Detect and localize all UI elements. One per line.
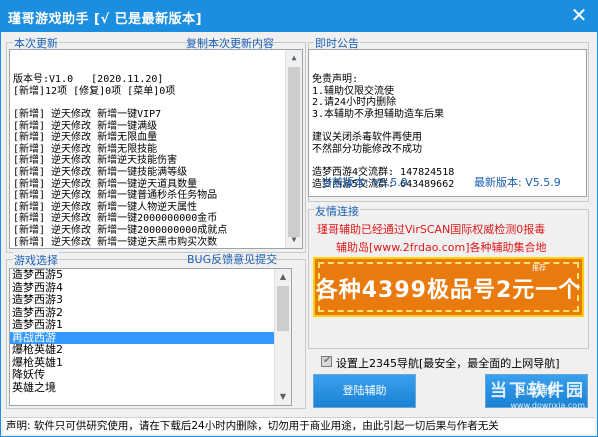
update-line: [新增] 逆天修改 新增一键技能满等级 <box>13 166 188 178</box>
game-list-item[interactable]: 造梦西游1 <box>10 318 291 332</box>
window-title: 瑾哥游戏助手 [√ 已是最新版本] <box>8 12 203 27</box>
notice-textbox: 免责声明: 1.辅助仅限交流使 2.请24小时内删除 3.本辅助不承担辅助造车后果 建议… <box>308 49 587 197</box>
game-caption: 游戏选择 <box>13 252 59 268</box>
checkmark-icon: ✔ <box>323 355 332 366</box>
game-listbox[interactable]: 造梦西游5 造梦西游4 造梦西游3 造梦西游2 造梦西游1 再战西游 爆枪英雄2 爆枪英雄1 降… <box>9 268 292 406</box>
update-line: [新增] 逆天修改 新增一键逆天道具数量 <box>13 178 198 190</box>
update-line: [新增] 逆天修改 新增一键人物逆天属性 <box>13 201 198 213</box>
notice-line: 免责声明: <box>312 74 359 86</box>
bug-report-link[interactable]: BUG反馈意见提交 <box>187 251 277 267</box>
game-list-item[interactable]: 造梦西游5 <box>10 269 291 282</box>
close-icon[interactable]: ✕ <box>568 4 590 26</box>
current-version: 当前版本: V5.5.9 <box>321 176 408 189</box>
fudao-link[interactable]: 辅助岛[www.2frdao.com]各种辅助集合地 <box>336 239 547 255</box>
watermark-url: www.downxia.com <box>510 401 585 410</box>
notice-line: 1.辅助仅限交流使 <box>312 85 395 97</box>
update-line: 版本号:V1.0 [2020.11.20] <box>13 74 164 86</box>
game-list-item[interactable]: 造梦西游3 <box>10 293 291 307</box>
update-line: [新增] 逆天修改 新增一键2000000000金币 <box>13 213 218 225</box>
update-line: [新增] 逆天修改 新增无限血量 <box>13 132 158 144</box>
game-list-item[interactable]: 英雄之境 <box>10 381 291 395</box>
update-line: [新增] 逆天修改 新增一键2000000000成就点 <box>13 224 228 236</box>
game-list-item[interactable]: 爆枪英雄2 <box>10 343 291 357</box>
notice-line: 3.本辅助不承担辅助造车后果 <box>312 108 445 120</box>
virscan-link[interactable]: 瑾哥辅助已经通过VirSCAN国际权威检测0报毒 <box>317 221 545 237</box>
scroll-down-icon[interactable]: ▼ <box>286 232 302 248</box>
client-area: 本次更新 复制本次更新内容 版本号:V1.0 [2020.11.20] [新增]1… <box>0 32 598 437</box>
links-caption: 友情连接 <box>314 203 360 219</box>
homepage-checkbox-label[interactable]: 设置上2345导航[最安全，最全面的上网导航] <box>336 355 560 371</box>
list-scroll-down-icon[interactable]: ▼ <box>275 389 291 405</box>
watermark-text: 当下软件园 <box>490 381 585 401</box>
game-scrollbar[interactable]: ▲ ▼ <box>274 269 291 405</box>
title-bar: 瑾哥游戏助手 [√ 已是最新版本] ✕ <box>0 0 598 32</box>
update-line: [新增] 逆天修改 新增逆天技能伤害 <box>13 155 178 167</box>
scroll-thumb[interactable] <box>288 67 300 237</box>
update-line: [新增] 逆天修改 新增无限技能 <box>13 143 158 155</box>
notice-line <box>312 121 583 133</box>
latest-version: 最新版本: V5.5.9 <box>474 176 561 189</box>
scroll-up-icon[interactable]: ▲ <box>286 50 302 66</box>
banner-text: 各种4399极品号2元一个 <box>315 278 582 303</box>
notice-line <box>312 155 583 167</box>
game-list-item[interactable]: 降妖传 <box>10 368 291 382</box>
ad-banner[interactable]: 推荐 各种4399极品号2元一个 <box>313 257 584 317</box>
notice-line: 建议关闭杀毒软件再使用 <box>312 132 422 144</box>
update-line: [新增] 逆天修改 新增一键满级 <box>13 120 158 132</box>
list-scroll-thumb[interactable] <box>277 286 289 331</box>
update-scrollbar[interactable]: ▲ ▼ <box>285 50 302 248</box>
watermark: 当下软件园 www.downxia.com <box>490 376 585 410</box>
login-button[interactable]: 登陆辅助 <box>313 374 416 408</box>
notice-line: 2.请24小时内删除 <box>312 97 397 109</box>
update-line: [新增] 逆天修改 新增一键普通秒杀任务物品 <box>13 190 218 202</box>
notice-line: 不然部分功能修改不成功 <box>312 143 422 155</box>
list-scroll-up-icon[interactable]: ▲ <box>275 269 291 285</box>
status-bar: 声明: 软件只可供研究使用，请在下载后24小时内删除，切勿用于商业用途，由此引起… <box>3 417 595 434</box>
update-notes-textbox[interactable]: 版本号:V1.0 [2020.11.20] [新增]12项 [修复]0项 [菜单]… <box>9 49 303 249</box>
homepage-checkbox[interactable]: ✔ <box>321 355 332 367</box>
game-list-item[interactable]: 爆枪英雄1 <box>10 356 291 370</box>
update-line: [新增]12项 [修复]0项 [菜单]0项 <box>13 85 176 97</box>
update-line <box>13 97 299 109</box>
update-line: [新增] 逆天修改 新增一键逆天黑市购买次数 <box>13 236 218 248</box>
update-line: [新增] 逆天修改 新增一键VIP7 <box>13 108 162 120</box>
